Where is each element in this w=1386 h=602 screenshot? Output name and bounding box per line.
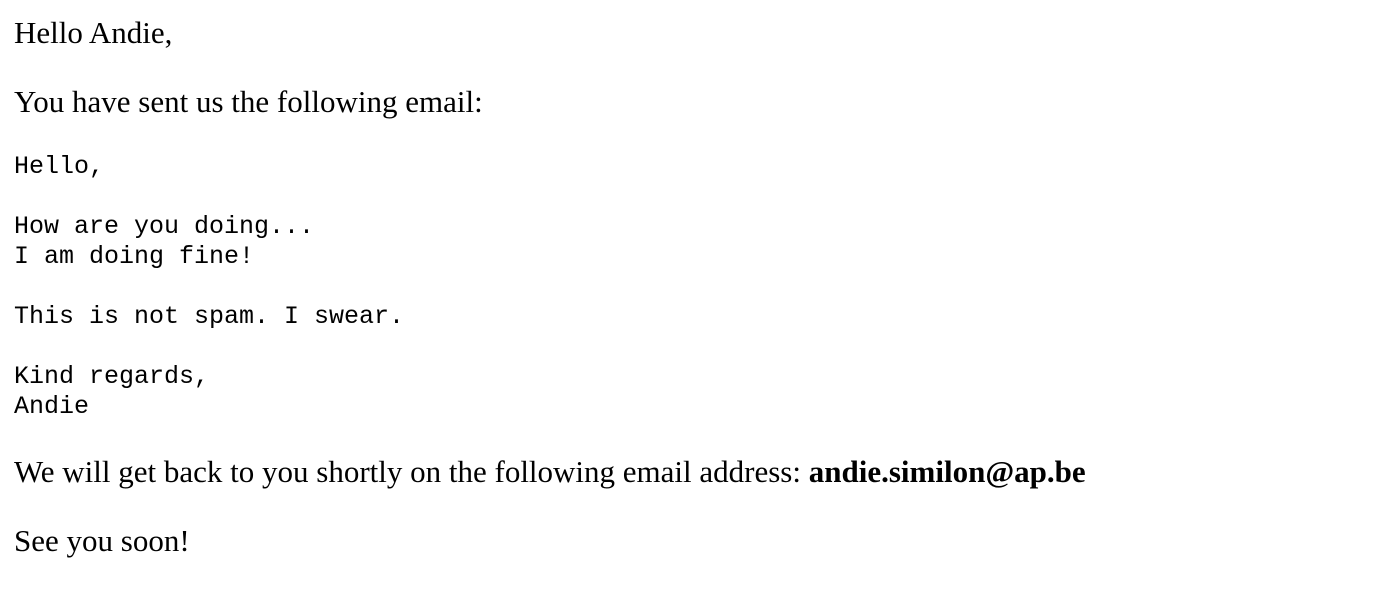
email-body-line: How are you doing... (14, 212, 315, 241)
email-body-line (14, 332, 404, 362)
email-body-line: Andie (14, 392, 90, 421)
intro-text: You have sent us the following email: (14, 84, 483, 119)
email-body-line: I am doing fine! (14, 242, 255, 271)
followup-sentence: We will get back to you shortly on the f… (14, 454, 809, 489)
email-address: andie.similon@ap.be (808, 454, 1086, 489)
email-body-line: Kind regards, (14, 362, 210, 391)
email-body-line: This is not spam. I swear. (14, 302, 405, 331)
closing-text: See you soon! (14, 523, 190, 558)
email-body-line (14, 272, 404, 302)
greeting-text: Hello Andie, (14, 15, 173, 50)
email-body-line: Hello, (14, 152, 105, 181)
message-page: Hello Andie, You have sent us the follow… (0, 0, 1386, 602)
followup-text: We will get back to you shortly on the f… (14, 454, 1086, 490)
email-body-line (14, 182, 404, 212)
quoted-email-body: Hello, How are you doing... I am doing fin… (14, 152, 404, 422)
